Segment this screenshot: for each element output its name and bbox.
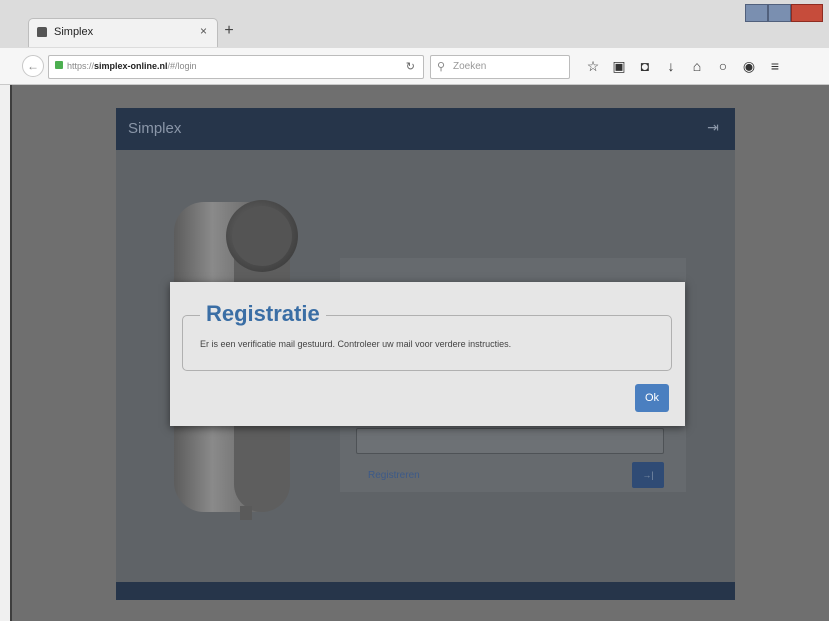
reload-icon[interactable]: ↻	[406, 60, 415, 73]
search-icon: ⚲	[437, 61, 446, 73]
browser-window: Simplex × + ← https://simplex-online.nl/…	[0, 0, 829, 621]
chat-icon[interactable]: ○	[712, 56, 734, 76]
back-button[interactable]: ←	[22, 55, 44, 77]
search-placeholder: Zoeken	[453, 61, 487, 72]
new-tab-button[interactable]: +	[220, 22, 238, 40]
tab-title: Simplex	[54, 26, 94, 38]
navigation-bar: ← https://simplex-online.nl/#/login ↻ ⚲ …	[0, 48, 829, 85]
address-bar[interactable]: https://simplex-online.nl/#/login ↻	[48, 55, 424, 79]
clipboard-icon[interactable]: ▣	[608, 56, 630, 76]
maximize-button[interactable]	[767, 4, 791, 22]
search-input[interactable]: ⚲ Zoeken	[430, 55, 570, 79]
dialog-message: Er is een verificatie mail gestuurd. Con…	[200, 339, 512, 349]
menu-icon[interactable]: ≡	[764, 56, 786, 76]
lock-favicon-icon	[37, 27, 47, 37]
url-text: https://simplex-online.nl/#/login	[67, 61, 197, 71]
download-icon[interactable]: ↓	[660, 56, 682, 76]
star-icon[interactable]: ☆	[582, 56, 604, 76]
pocket-icon[interactable]: ◘	[634, 56, 656, 76]
close-window-button[interactable]	[790, 4, 823, 22]
left-edge	[10, 85, 12, 621]
app-title: Simplex	[128, 120, 182, 137]
registration-dialog: Registratie Er is een verificatie mail g…	[170, 282, 685, 426]
secure-lock-icon	[55, 61, 63, 69]
minimize-button[interactable]	[745, 4, 768, 22]
dialog-title: Registratie	[200, 301, 326, 327]
app-header: Simplex ⇥	[116, 108, 735, 150]
login-field[interactable]	[356, 428, 664, 454]
tab-close-icon[interactable]: ×	[200, 24, 207, 38]
app-footer	[116, 582, 735, 600]
window-controls	[745, 4, 823, 22]
extension-icon[interactable]: ◉	[738, 56, 760, 76]
browser-tab[interactable]: Simplex ×	[28, 18, 218, 47]
toolbar-icons: ☆ ▣ ◘ ↓ ⌂ ○ ◉ ≡	[582, 56, 786, 76]
ok-button[interactable]: Ok	[635, 384, 669, 412]
login-button[interactable]: →|	[632, 462, 664, 488]
home-icon[interactable]: ⌂	[686, 56, 708, 76]
register-link[interactable]: Registreren	[368, 470, 420, 481]
logout-icon[interactable]: ⇥	[705, 119, 721, 135]
tab-strip: Simplex × +	[0, 0, 829, 48]
